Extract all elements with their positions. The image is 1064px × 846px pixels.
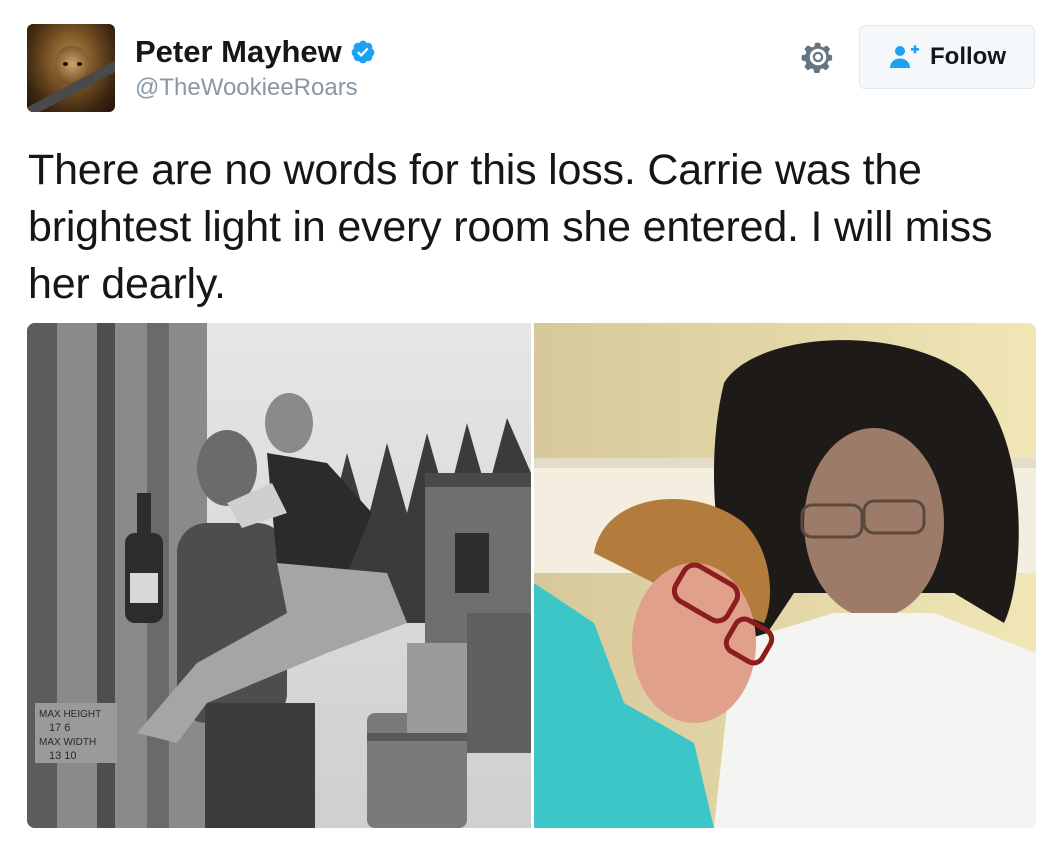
avatar-eye-left xyxy=(63,62,68,66)
author-name[interactable]: Peter Mayhew xyxy=(135,34,342,70)
avatar-eye-right xyxy=(77,62,82,66)
sign-line-3: MAX WIDTH xyxy=(39,737,96,748)
tweet-photo-right[interactable] xyxy=(534,323,1036,828)
sign-line-1: MAX HEIGHT xyxy=(39,709,101,720)
photo-left-image: MAX HEIGHT 17 6 MAX WIDTH 13 10 xyxy=(27,323,531,828)
follow-button[interactable]: Follow xyxy=(859,25,1035,89)
gear-icon[interactable] xyxy=(800,39,836,75)
follow-label: Follow xyxy=(930,43,1006,70)
avatar[interactable] xyxy=(27,24,115,112)
sign-line-2: 17 6 xyxy=(49,722,70,734)
tweet-photo-left[interactable]: MAX HEIGHT 17 6 MAX WIDTH 13 10 xyxy=(27,323,531,828)
author-handle[interactable]: @TheWookieeRoars xyxy=(135,74,358,102)
add-user-icon xyxy=(890,45,919,68)
sign-line-4: 13 10 xyxy=(49,750,77,762)
photo-right-image xyxy=(534,323,1036,828)
tweet-text: There are no words for this loss. Carrie… xyxy=(28,146,993,308)
author-name-row[interactable]: Peter Mayhew xyxy=(135,34,376,70)
verified-badge-icon xyxy=(351,40,375,64)
